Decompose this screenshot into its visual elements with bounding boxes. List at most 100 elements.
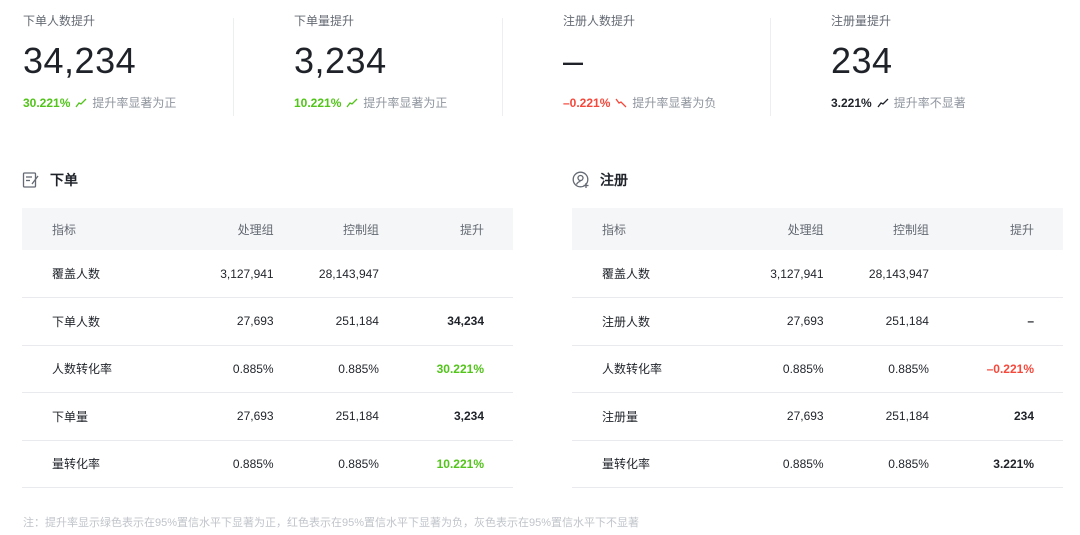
control-value: 28,143,947 bbox=[273, 250, 379, 298]
metric-name: 覆盖人数 bbox=[22, 250, 180, 298]
treatment-value: 0.885% bbox=[179, 345, 274, 393]
lift-value: –0.221% bbox=[928, 345, 1063, 393]
lift-description: 提升率显著为正 bbox=[363, 96, 448, 110]
treatment-value: 3,127,941 bbox=[729, 250, 824, 298]
metric-cards: 下单人数提升 34,234 30.221% 提升率显著为正 下单量提升 3,23… bbox=[0, 0, 1080, 120]
lift-value: 10.221% bbox=[378, 440, 513, 488]
metric-name: 人数转化率 bbox=[572, 345, 730, 393]
user-add-icon bbox=[572, 171, 590, 189]
column-header: 处理组 bbox=[179, 208, 274, 250]
metrics-table: 指标 处理组 控制组 提升 覆盖人数 3,127,941 28,143,947 注册人数 27,… bbox=[572, 208, 1063, 488]
metric-lift: –0.221% 提升率显著为负 bbox=[563, 94, 716, 111]
metric-name: 量转化率 bbox=[22, 440, 180, 488]
metric-name: 注册人数 bbox=[572, 297, 730, 346]
metric-label: 下单量提升 bbox=[294, 14, 355, 28]
lift-value: 3,234 bbox=[378, 392, 513, 441]
table-row: 覆盖人数 3,127,941 28,143,947 bbox=[22, 250, 513, 298]
lift-description: 提升率不显著 bbox=[893, 96, 966, 110]
divider bbox=[770, 18, 771, 116]
divider bbox=[233, 18, 234, 116]
lift-percent: 3.221% bbox=[831, 95, 872, 110]
trend-up-icon bbox=[346, 98, 358, 108]
metric-card: 注册人数提升 – –0.221% 提升率显著为负 bbox=[563, 10, 813, 116]
lift-value: 30.221% bbox=[378, 345, 513, 393]
metric-value: 34,234 bbox=[23, 40, 137, 81]
control-value: 251,184 bbox=[273, 392, 379, 441]
lift-value: 3.221% bbox=[928, 440, 1063, 488]
metric-label: 注册人数提升 bbox=[563, 14, 636, 28]
table-header: 指标 处理组 控制组 提升 bbox=[22, 208, 513, 250]
control-value: 251,184 bbox=[273, 297, 379, 346]
column-header: 处理组 bbox=[729, 208, 824, 250]
treatment-value: 27,693 bbox=[179, 392, 274, 441]
metric-value: 3,234 bbox=[294, 40, 387, 81]
lift-description: 提升率显著为正 bbox=[92, 96, 177, 110]
metric-lift: 10.221% 提升率显著为正 bbox=[294, 94, 447, 111]
control-value: 251,184 bbox=[823, 392, 929, 441]
treatment-value: 3,127,941 bbox=[179, 250, 274, 298]
metric-name: 覆盖人数 bbox=[572, 250, 730, 298]
column-header: 提升 bbox=[378, 208, 513, 250]
section-title: 下单 bbox=[22, 170, 78, 190]
lift-value: 234 bbox=[928, 392, 1063, 441]
treatment-value: 0.885% bbox=[179, 440, 274, 488]
lift-value: 34,234 bbox=[378, 297, 513, 346]
column-header: 指标 bbox=[22, 208, 180, 250]
table-row: 量转化率 0.885% 0.885% 10.221% bbox=[22, 440, 513, 488]
trend-up-icon bbox=[75, 98, 87, 108]
metric-lift: 3.221% 提升率不显著 bbox=[831, 94, 966, 111]
trend-down-icon bbox=[615, 98, 627, 108]
section-title-text: 注册 bbox=[600, 172, 628, 188]
footnote: 注：提升率显示绿色表示在95%置信水平下显著为正，红色表示在95%置信水平下显著… bbox=[23, 517, 640, 529]
divider bbox=[502, 18, 503, 116]
table-header: 指标 处理组 控制组 提升 bbox=[572, 208, 1063, 250]
table-row: 人数转化率 0.885% 0.885% –0.221% bbox=[572, 345, 1063, 393]
table-row: 下单人数 27,693 251,184 34,234 bbox=[22, 297, 513, 346]
lift-percent: 10.221% bbox=[294, 95, 342, 110]
column-header: 提升 bbox=[928, 208, 1063, 250]
metric-name: 量转化率 bbox=[572, 440, 730, 488]
metric-card: 下单量提升 3,234 10.221% 提升率显著为正 bbox=[294, 10, 544, 116]
column-header: 控制组 bbox=[273, 208, 379, 250]
treatment-value: 27,693 bbox=[179, 297, 274, 346]
metrics-table: 指标 处理组 控制组 提升 覆盖人数 3,127,941 28,143,947 下单人数 27,… bbox=[22, 208, 513, 488]
treatment-value: 0.885% bbox=[729, 440, 824, 488]
order-edit-icon bbox=[22, 171, 40, 189]
section-title: 注册 bbox=[572, 170, 628, 190]
metric-name: 人数转化率 bbox=[22, 345, 180, 393]
table-row: 注册量 27,693 251,184 234 bbox=[572, 392, 1063, 441]
lift-percent: 30.221% bbox=[23, 95, 71, 110]
metric-lift: 30.221% 提升率显著为正 bbox=[23, 94, 176, 111]
metric-label: 下单人数提升 bbox=[23, 14, 96, 28]
lift-value: – bbox=[928, 297, 1063, 346]
metric-card: 注册量提升 234 3.221% 提升率不显著 bbox=[831, 10, 1080, 116]
control-value: 0.885% bbox=[823, 440, 929, 488]
metric-name: 下单量 bbox=[22, 392, 180, 441]
metric-label: 注册量提升 bbox=[831, 14, 892, 28]
control-value: 0.885% bbox=[273, 345, 379, 393]
section-title-text: 下单 bbox=[50, 172, 78, 188]
control-value: 28,143,947 bbox=[823, 250, 929, 298]
metric-card: 下单人数提升 34,234 30.221% 提升率显著为正 bbox=[23, 10, 273, 116]
lift-description: 提升率显著为负 bbox=[632, 96, 717, 110]
table-row: 下单量 27,693 251,184 3,234 bbox=[22, 392, 513, 441]
table-row: 量转化率 0.885% 0.885% 3.221% bbox=[572, 440, 1063, 488]
treatment-value: 27,693 bbox=[729, 392, 824, 441]
metric-name: 下单人数 bbox=[22, 297, 180, 346]
column-header: 指标 bbox=[572, 208, 730, 250]
metric-name: 注册量 bbox=[572, 392, 730, 441]
table-row: 覆盖人数 3,127,941 28,143,947 bbox=[572, 250, 1063, 298]
metric-value: – bbox=[563, 40, 584, 81]
control-value: 251,184 bbox=[823, 297, 929, 346]
table-row: 人数转化率 0.885% 0.885% 30.221% bbox=[22, 345, 513, 393]
lift-value bbox=[928, 250, 1063, 298]
column-header: 控制组 bbox=[823, 208, 929, 250]
treatment-value: 0.885% bbox=[729, 345, 824, 393]
trend-up-icon bbox=[877, 98, 889, 108]
control-value: 0.885% bbox=[273, 440, 379, 488]
lift-value bbox=[378, 250, 513, 298]
treatment-value: 27,693 bbox=[729, 297, 824, 346]
lift-percent: –0.221% bbox=[563, 95, 611, 110]
table-row: 注册人数 27,693 251,184– bbox=[572, 297, 1063, 346]
metric-value: 234 bbox=[831, 40, 893, 81]
